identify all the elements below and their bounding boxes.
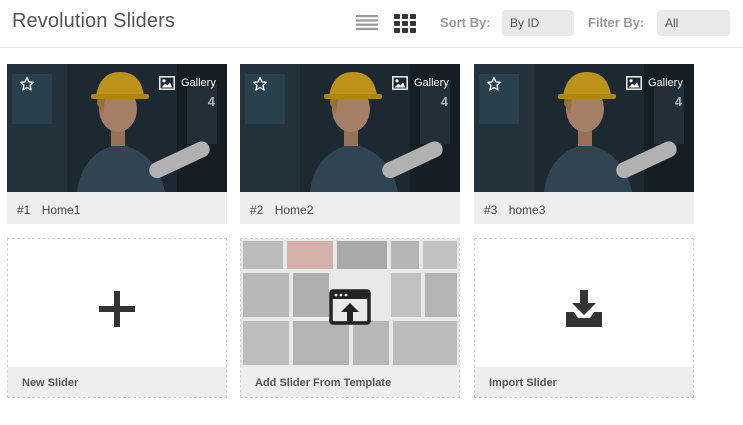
sort-by-select[interactable]: By ID xyxy=(502,10,574,36)
slider-card[interactable]: Gallery 4 #1 Home1 xyxy=(7,64,227,224)
slider-card-footer: #2 Home2 xyxy=(240,192,460,224)
slider-name: Home2 xyxy=(274,203,314,217)
slider-card[interactable]: Gallery 4 #2 Home2 xyxy=(240,64,460,224)
slide-count: 4 xyxy=(674,94,682,109)
add-slider-from-template-button[interactable]: Add Slider From Template xyxy=(240,238,460,398)
slider-type-label: Gallery xyxy=(181,77,216,89)
filter-by-select[interactable]: All xyxy=(657,10,730,36)
slider-id: #1 xyxy=(17,203,31,217)
star-icon[interactable] xyxy=(252,76,268,92)
slider-name: home3 xyxy=(508,203,546,217)
slider-card-footer: #3 home3 xyxy=(474,192,694,224)
star-icon[interactable] xyxy=(19,76,35,92)
image-icon xyxy=(392,76,408,90)
add-slider-from-template-label: Add Slider From Template xyxy=(241,367,459,397)
image-icon xyxy=(626,76,642,90)
plus-icon xyxy=(99,291,135,327)
slider-thumbnail: Gallery 4 xyxy=(7,64,227,192)
import-slider-button[interactable]: Import Slider xyxy=(474,238,694,398)
slider-card[interactable]: Gallery 4 #3 home3 xyxy=(474,64,694,224)
browser-upload-icon xyxy=(329,289,371,325)
grid-view-icon xyxy=(394,14,416,33)
slider-name: Home1 xyxy=(41,203,81,217)
sort-by-label: Sort By: xyxy=(440,15,491,30)
slider-thumbnail: Gallery 4 xyxy=(474,64,694,192)
slider-type-label: Gallery xyxy=(414,77,449,89)
list-view-icon xyxy=(356,15,378,31)
slider-type-label: Gallery xyxy=(648,77,683,89)
import-slider-label: Import Slider xyxy=(475,367,693,397)
new-slider-button[interactable]: New Slider xyxy=(7,238,227,398)
grid-view-button[interactable] xyxy=(393,12,417,34)
image-icon xyxy=(159,76,175,90)
page-title: Revolution Sliders xyxy=(12,10,175,32)
slider-thumbnail: Gallery 4 xyxy=(240,64,460,192)
list-view-button[interactable] xyxy=(355,12,379,34)
star-icon[interactable] xyxy=(486,76,502,92)
download-tray-icon xyxy=(566,290,602,327)
new-slider-label: New Slider xyxy=(8,367,226,397)
slide-count: 4 xyxy=(440,94,448,109)
slider-id: #3 xyxy=(484,203,498,217)
slider-id: #2 xyxy=(250,203,264,217)
slider-card-footer: #1 Home1 xyxy=(7,192,227,224)
top-bar: Revolution Sliders Sort By: By ID Filter… xyxy=(0,0,743,48)
filter-by-label: Filter By: xyxy=(588,15,645,30)
slide-count: 4 xyxy=(207,94,215,109)
